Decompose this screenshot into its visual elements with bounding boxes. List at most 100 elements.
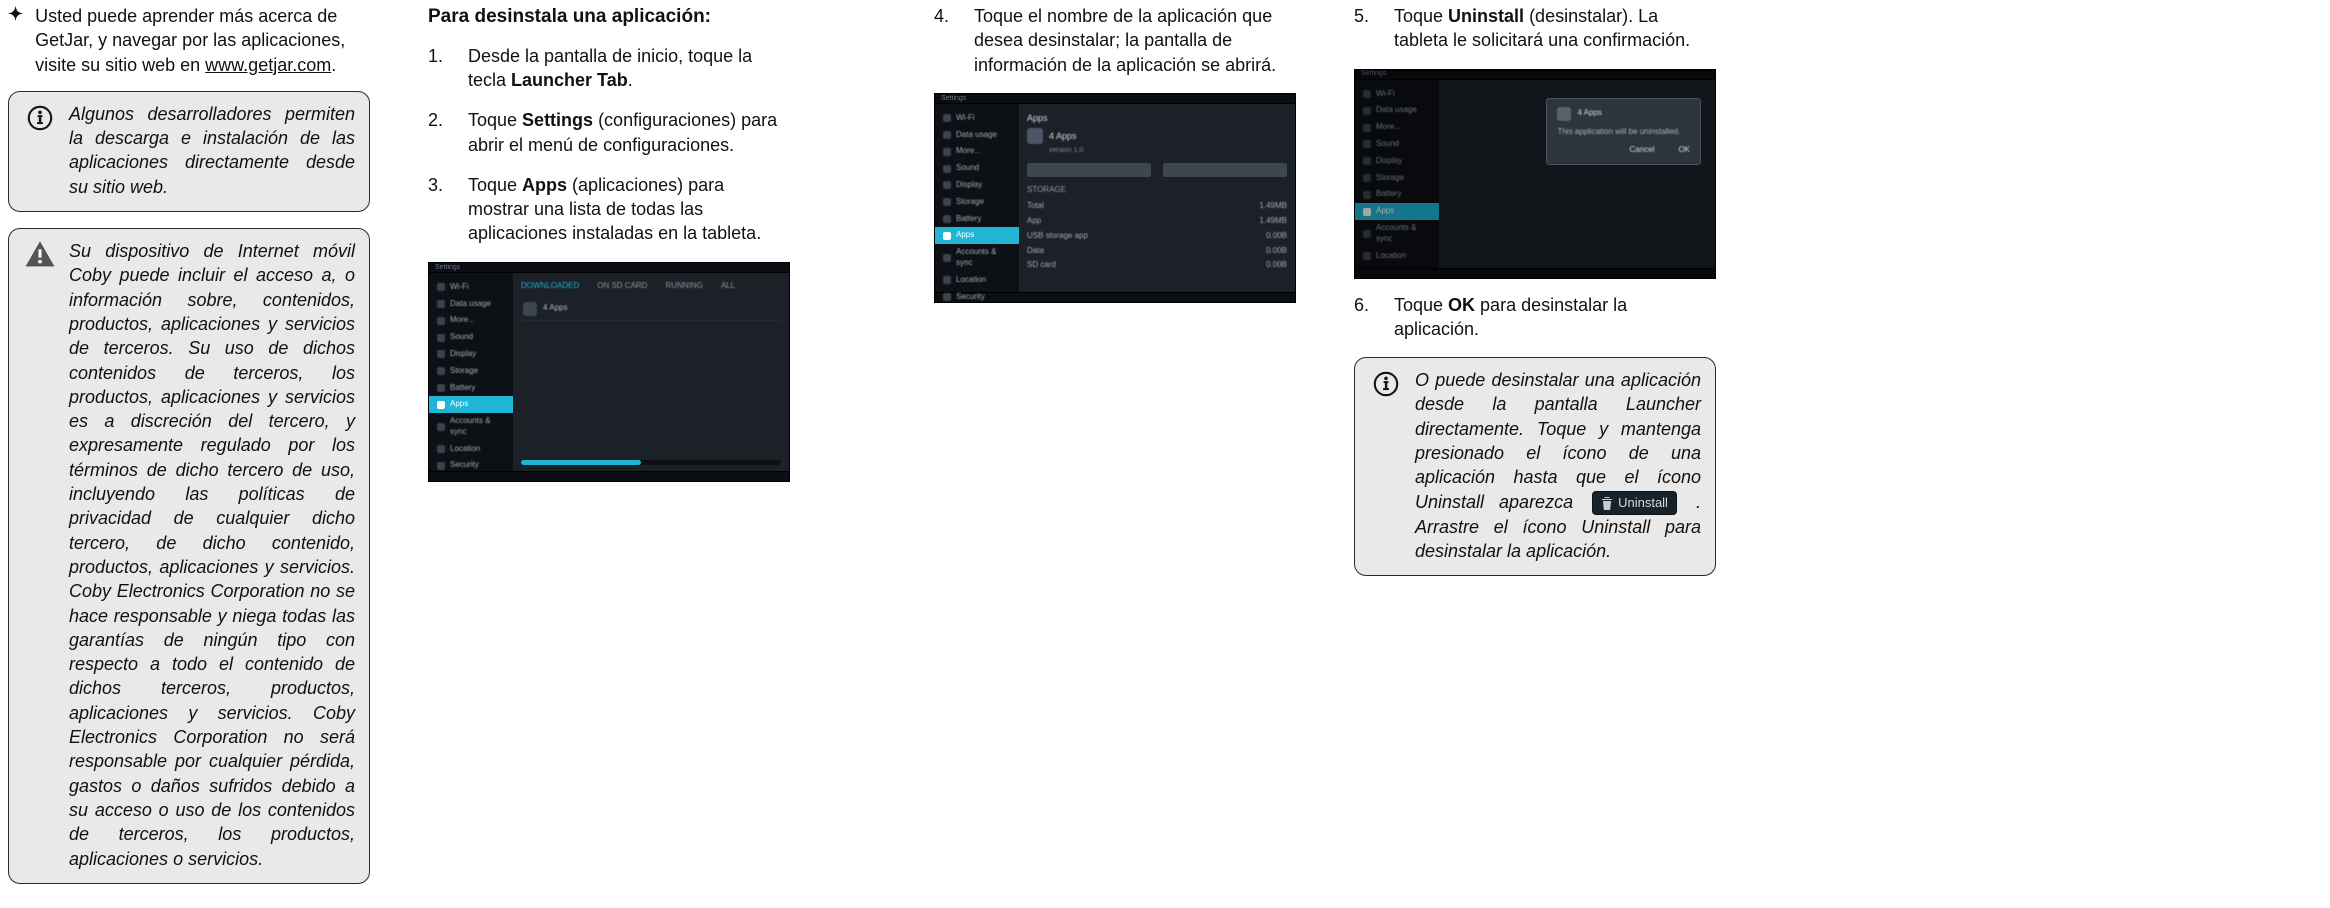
- ss3-side-item: Sound: [1355, 136, 1439, 153]
- ss3-side-item: Storage: [1355, 170, 1439, 187]
- column-1: ✦ Usted puede aprender más acerca de Get…: [8, 4, 370, 900]
- dialog-cancel: Cancel: [1630, 145, 1655, 156]
- step-1: 1. Desde la pantalla de inicio, toque la…: [428, 44, 790, 93]
- warning-callout-thirdparty: Su dispositivo de Internet móvil Coby pu…: [8, 228, 370, 884]
- step-3-pre: Toque: [468, 175, 522, 195]
- ss3-side-item: More...: [1355, 119, 1439, 136]
- step-5-number: 5.: [1354, 4, 1378, 53]
- ss2-uninstall-button: [1163, 163, 1287, 177]
- uninstall-chip: Uninstall: [1592, 491, 1677, 515]
- step-3-bold: Apps: [522, 175, 567, 195]
- ss3-main: 4 Apps This application will be uninstal…: [1439, 80, 1715, 268]
- ss2-side-item: Security: [935, 289, 1019, 303]
- ss2-kv: Data0.00B: [1027, 244, 1287, 259]
- column-gap: [848, 4, 876, 900]
- screenshot-app-info: Settings Wi-Fi Data usage More... Sound …: [934, 93, 1296, 303]
- ss2-kv: App1.49MB: [1027, 214, 1287, 229]
- step-6-number: 6.: [1354, 293, 1378, 342]
- ss3-side-item: Location: [1355, 248, 1439, 265]
- screenshot-uninstall-dialog: Settings Wi-Fi Data usage More... Sound …: [1354, 69, 1716, 279]
- ss1-scrollbar: [521, 460, 781, 465]
- ss2-kv: USB storage app0.00B: [1027, 229, 1287, 244]
- ss2-side-item: Battery: [935, 211, 1019, 228]
- ss1-window-title: Settings: [435, 263, 460, 272]
- ss2-main: Apps 4 Apps version 1.0 STORAGE Total1.4…: [1019, 104, 1295, 292]
- step-6-pre: Toque: [1394, 295, 1448, 315]
- bullet-body: Usted puede aprender más acerca de GetJa…: [35, 4, 370, 77]
- ss3-side-item: Accounts & sync: [1355, 220, 1439, 248]
- ss2-side-item: Data usage: [935, 127, 1019, 144]
- ss1-side-item: Display: [429, 346, 513, 363]
- ss2-side-item: Storage: [935, 194, 1019, 211]
- ss3-side-item: Battery: [1355, 186, 1439, 203]
- ss2-side-item: Wi-Fi: [935, 110, 1019, 127]
- info-icon: [26, 104, 54, 132]
- bullet-tail: .: [331, 55, 336, 75]
- ss2-kv: SD card0.00B: [1027, 258, 1287, 273]
- step-4-text: Toque el nombre de la aplicación que des…: [974, 4, 1296, 77]
- ss2-side-item-apps: Apps: [935, 227, 1019, 244]
- step-6-bold: OK: [1448, 295, 1475, 315]
- getjar-link[interactable]: www.getjar.com: [205, 55, 331, 75]
- ss2-sidebar: Wi-Fi Data usage More... Sound Display S…: [935, 104, 1019, 292]
- step-4-number: 4.: [934, 4, 958, 77]
- ss1-tab: DOWNLOADED: [521, 281, 579, 292]
- dialog-title: 4 Apps: [1577, 108, 1601, 119]
- plus-icon: ✦: [8, 4, 23, 77]
- ss2-app-title: 4 Apps: [1027, 128, 1287, 144]
- step-3: 3. Toque Apps (aplicaciones) para mostra…: [428, 173, 790, 246]
- ss3-dialog: 4 Apps This application will be uninstal…: [1546, 98, 1701, 166]
- step-2: 2. Toque Settings (configuraciones) para…: [428, 108, 790, 157]
- ss2-side-item: Display: [935, 177, 1019, 194]
- ss3-side-item: Display: [1355, 153, 1439, 170]
- uninstall-chip-label: Uninstall: [1618, 494, 1668, 512]
- bullet-getjar: ✦ Usted puede aprender más acerca de Get…: [8, 4, 370, 77]
- trash-icon: [1601, 496, 1613, 510]
- step-2-bold: Settings: [522, 110, 593, 130]
- column-2: Para desinstala una aplicación: 1. Desde…: [428, 4, 790, 900]
- ss1-side-item: Sound: [429, 329, 513, 346]
- ss2-side-item: Sound: [935, 160, 1019, 177]
- info-callout-developers: Algunos desarrolladores permiten la desc…: [8, 91, 370, 212]
- ss2-storage-title: STORAGE: [1027, 185, 1287, 196]
- step-1-number: 1.: [428, 44, 452, 93]
- ss2-side-item: Accounts & sync: [935, 244, 1019, 272]
- step-2-number: 2.: [428, 108, 452, 157]
- step-3-number: 3.: [428, 173, 452, 246]
- ss1-tab: ON SD CARD: [597, 281, 647, 292]
- ss3-side-item: Data usage: [1355, 102, 1439, 119]
- ss2-kv: Total1.49MB: [1027, 199, 1287, 214]
- ss1-side-item: Battery: [429, 380, 513, 397]
- step-1-post: .: [628, 70, 633, 90]
- ss2-side-item: Location: [935, 272, 1019, 289]
- dialog-app-icon: [1557, 107, 1571, 121]
- step-1-bold: Launcher Tab: [511, 70, 628, 90]
- ss1-side-item: Wi-Fi: [429, 279, 513, 296]
- ss1-app-row: 4 Apps: [521, 298, 781, 321]
- ss3-window-title: Settings: [1361, 69, 1386, 78]
- ss1-tab: ALL: [721, 281, 735, 292]
- info-callout-launcher-body: O puede desinstalar una aplicación desde…: [1415, 368, 1701, 563]
- ss1-side-item-apps: Apps: [429, 396, 513, 413]
- column-3: 4. Toque el nombre de la aplicación que …: [934, 4, 1296, 900]
- step-5-pre: Toque: [1394, 6, 1448, 26]
- dialog-ok: OK: [1678, 145, 1690, 156]
- ss3-sidebar: Wi-Fi Data usage More... Sound Display S…: [1355, 80, 1439, 268]
- info-callout-text: Algunos desarrolladores permiten la desc…: [69, 102, 355, 199]
- ss1-side-item: Storage: [429, 363, 513, 380]
- step-5-bold: Uninstall: [1448, 6, 1524, 26]
- uninstall-heading: Para desinstala una aplicación:: [428, 4, 790, 30]
- ss2-side-item: More...: [935, 143, 1019, 160]
- ss1-side-item: Data usage: [429, 296, 513, 313]
- step-2-pre: Toque: [468, 110, 522, 130]
- ss1-side-item: More...: [429, 312, 513, 329]
- app-icon: [1027, 128, 1043, 144]
- ss3-side-item: Wi-Fi: [1355, 86, 1439, 103]
- ss2-apps-label: Apps: [1027, 112, 1287, 124]
- info-icon: [1372, 370, 1400, 398]
- ss2-app-sub: version 1.0: [1049, 146, 1287, 155]
- ss1-sidebar: Wi-Fi Data usage More... Sound Display S…: [429, 273, 513, 471]
- step-6: 6. Toque OK para desinstalar la aplicaci…: [1354, 293, 1716, 342]
- ss1-side-item: Security: [429, 457, 513, 474]
- step-5: 5. Toque Uninstall (desinstalar). La tab…: [1354, 4, 1716, 53]
